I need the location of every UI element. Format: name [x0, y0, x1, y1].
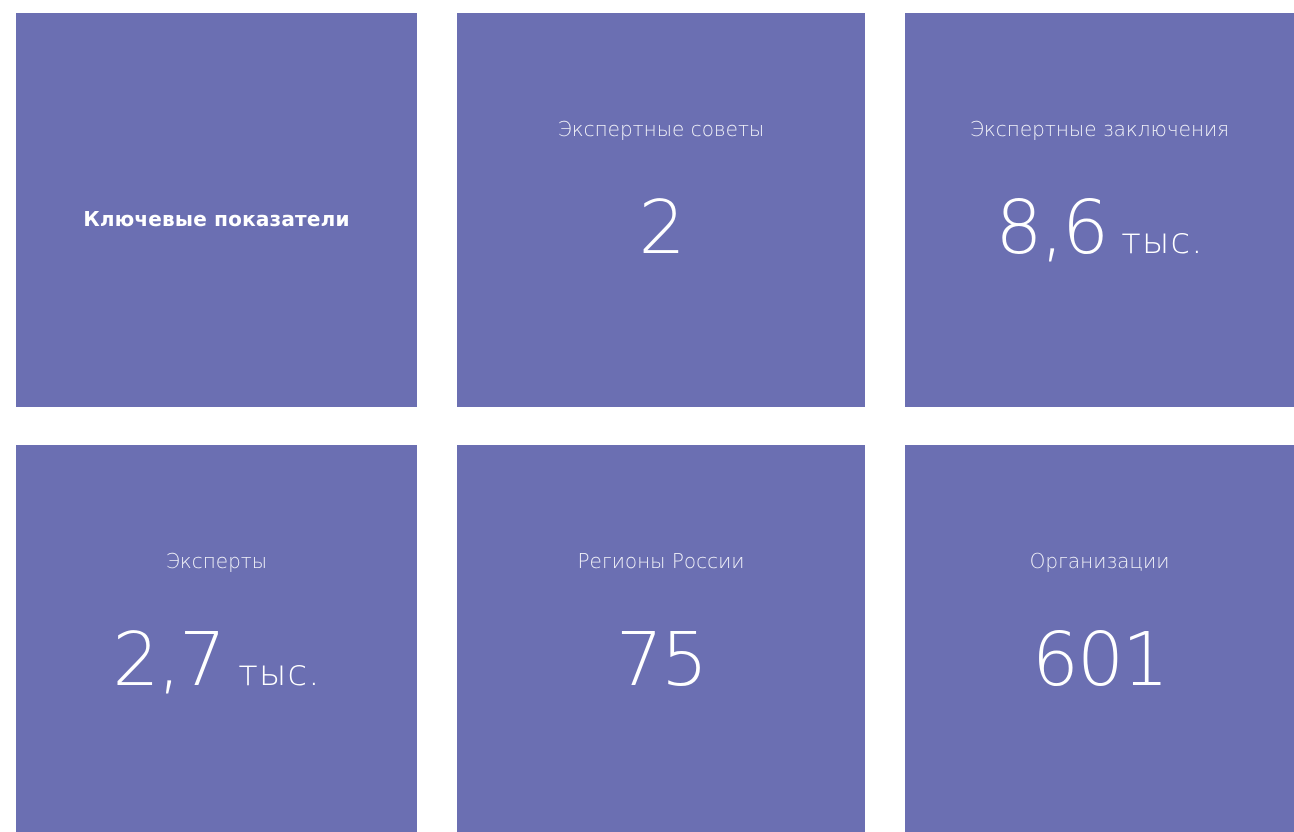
stat-label: Организации — [1029, 549, 1170, 573]
stat-tile-expert-conclusions[interactable]: Экспертные заключения 8,6 тыс. — [905, 13, 1294, 407]
stat-tile-regions[interactable]: Регионы России 75 — [457, 445, 865, 832]
stat-label: Регионы России — [577, 549, 745, 573]
stat-tile-organizations[interactable]: Организации 601 — [905, 445, 1294, 832]
key-indicators-tile: Ключевые показатели — [16, 13, 417, 407]
stat-number: 75 — [615, 617, 708, 703]
stat-tile-experts[interactable]: Эксперты 2,7 тыс. — [16, 445, 417, 832]
stat-unit: тыс. — [1121, 221, 1204, 262]
stat-label: Экспертные заключения — [969, 117, 1230, 141]
key-indicators-title: Ключевые показатели — [83, 207, 350, 231]
stat-value: 75 — [457, 610, 865, 730]
stat-number: 2,7 — [112, 617, 226, 703]
stat-tile-expert-councils[interactable]: Экспертные советы 2 — [457, 13, 865, 407]
stat-value: 2 — [457, 178, 865, 298]
stat-number: 8,6 — [995, 185, 1109, 271]
stat-value: 601 — [905, 610, 1294, 730]
stat-label: Экспертные советы — [557, 117, 765, 141]
stat-value: 8,6 тыс. — [905, 178, 1294, 298]
stat-label: Эксперты — [165, 549, 268, 573]
stat-unit: тыс. — [238, 653, 321, 694]
stat-value: 2,7 тыс. — [16, 610, 417, 730]
stat-number: 601 — [1031, 617, 1169, 703]
stat-number: 2 — [638, 185, 685, 271]
